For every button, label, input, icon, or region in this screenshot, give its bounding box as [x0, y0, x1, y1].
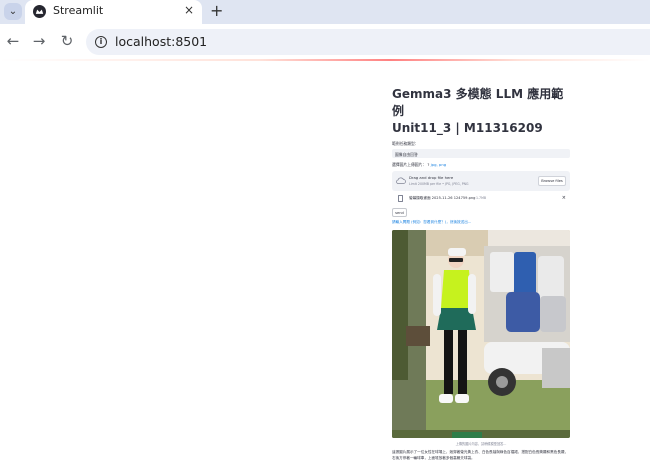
upload-help-icon[interactable]: ?: [427, 162, 429, 167]
site-info-icon[interactable]: i: [95, 36, 107, 48]
title-line-1: Gemma3 多模態 LLM 應用範例: [392, 87, 564, 118]
uploaded-file-size: 1.7MB: [476, 196, 487, 200]
browse-files-button[interactable]: Browse files: [538, 176, 566, 186]
url-text: localhost:8501: [115, 34, 208, 49]
address-bar[interactable]: i localhost:8501: [86, 29, 650, 55]
uploaded-file-name: 螢幕擷取畫面 2025-11-26 124759.png: [409, 196, 476, 200]
mode-select-value: 圖像自由回答: [395, 151, 418, 157]
tab-search-button[interactable]: ⌄: [4, 3, 22, 20]
mode-select[interactable]: 圖像自由回答: [392, 149, 570, 158]
app-header-decoration: [0, 59, 650, 61]
page-title: Gemma3 多模態 LLM 應用範例 Unit11_3 | M11316209: [392, 86, 570, 137]
tab-close-icon[interactable]: ×: [184, 3, 194, 17]
status-message: 請輸入問題 (例如：您看到什麼？)，然後按送出...: [392, 220, 472, 224]
file-icon: [398, 195, 403, 202]
model-answer: 這張圖片展示了一位女性在球場上，她穿著螢光黃上衣、白色長袖與綠色百褶裙，搭配白色…: [392, 450, 569, 460]
upload-label: 選擇圖片上傳圖片： ? jpg, png: [392, 162, 570, 168]
browser-tab[interactable]: Streamlit ×: [25, 0, 202, 24]
cloud-upload-icon: [396, 177, 406, 184]
drag-drop-text: Drag and drop file here: [409, 175, 454, 180]
browser-tab-bar: ⌄ Streamlit × +: [0, 0, 650, 24]
file-limit-text: Limit 200MB per file • JPG, JPEG, PNG: [409, 182, 469, 186]
remove-file-icon[interactable]: ×: [562, 195, 566, 201]
mode-label: 範例任務類型：: [392, 141, 419, 146]
back-arrow-icon[interactable]: ←: [4, 32, 22, 50]
app-main-column: Gemma3 多模態 LLM 應用範例 Unit11_3 | M11316209…: [392, 86, 570, 461]
upload-label-text: 選擇圖片上傳圖片：: [392, 162, 427, 167]
send-button[interactable]: send: [392, 208, 407, 217]
forward-arrow-icon[interactable]: →: [30, 32, 48, 50]
new-tab-button[interactable]: +: [210, 1, 223, 20]
photo-caption: 上傳的圖片內容，請稍候模型回答...: [455, 442, 507, 446]
upload-file-types: jpg, png: [430, 162, 447, 167]
title-line-2: Unit11_3 | M11316209: [392, 121, 543, 135]
uploaded-photo: [392, 230, 570, 438]
file-uploader-dropzone[interactable]: Drag and drop file here Limit 200MB per …: [392, 171, 570, 191]
streamlit-logo-icon: [33, 5, 46, 18]
browser-toolbar: ← → ↻ i localhost:8501: [0, 24, 650, 59]
uploaded-file-row: 螢幕擷取畫面 2025-11-26 124759.png 1.7MB ×: [392, 195, 570, 203]
tab-title: Streamlit: [53, 4, 104, 17]
reload-icon[interactable]: ↻: [58, 32, 76, 50]
